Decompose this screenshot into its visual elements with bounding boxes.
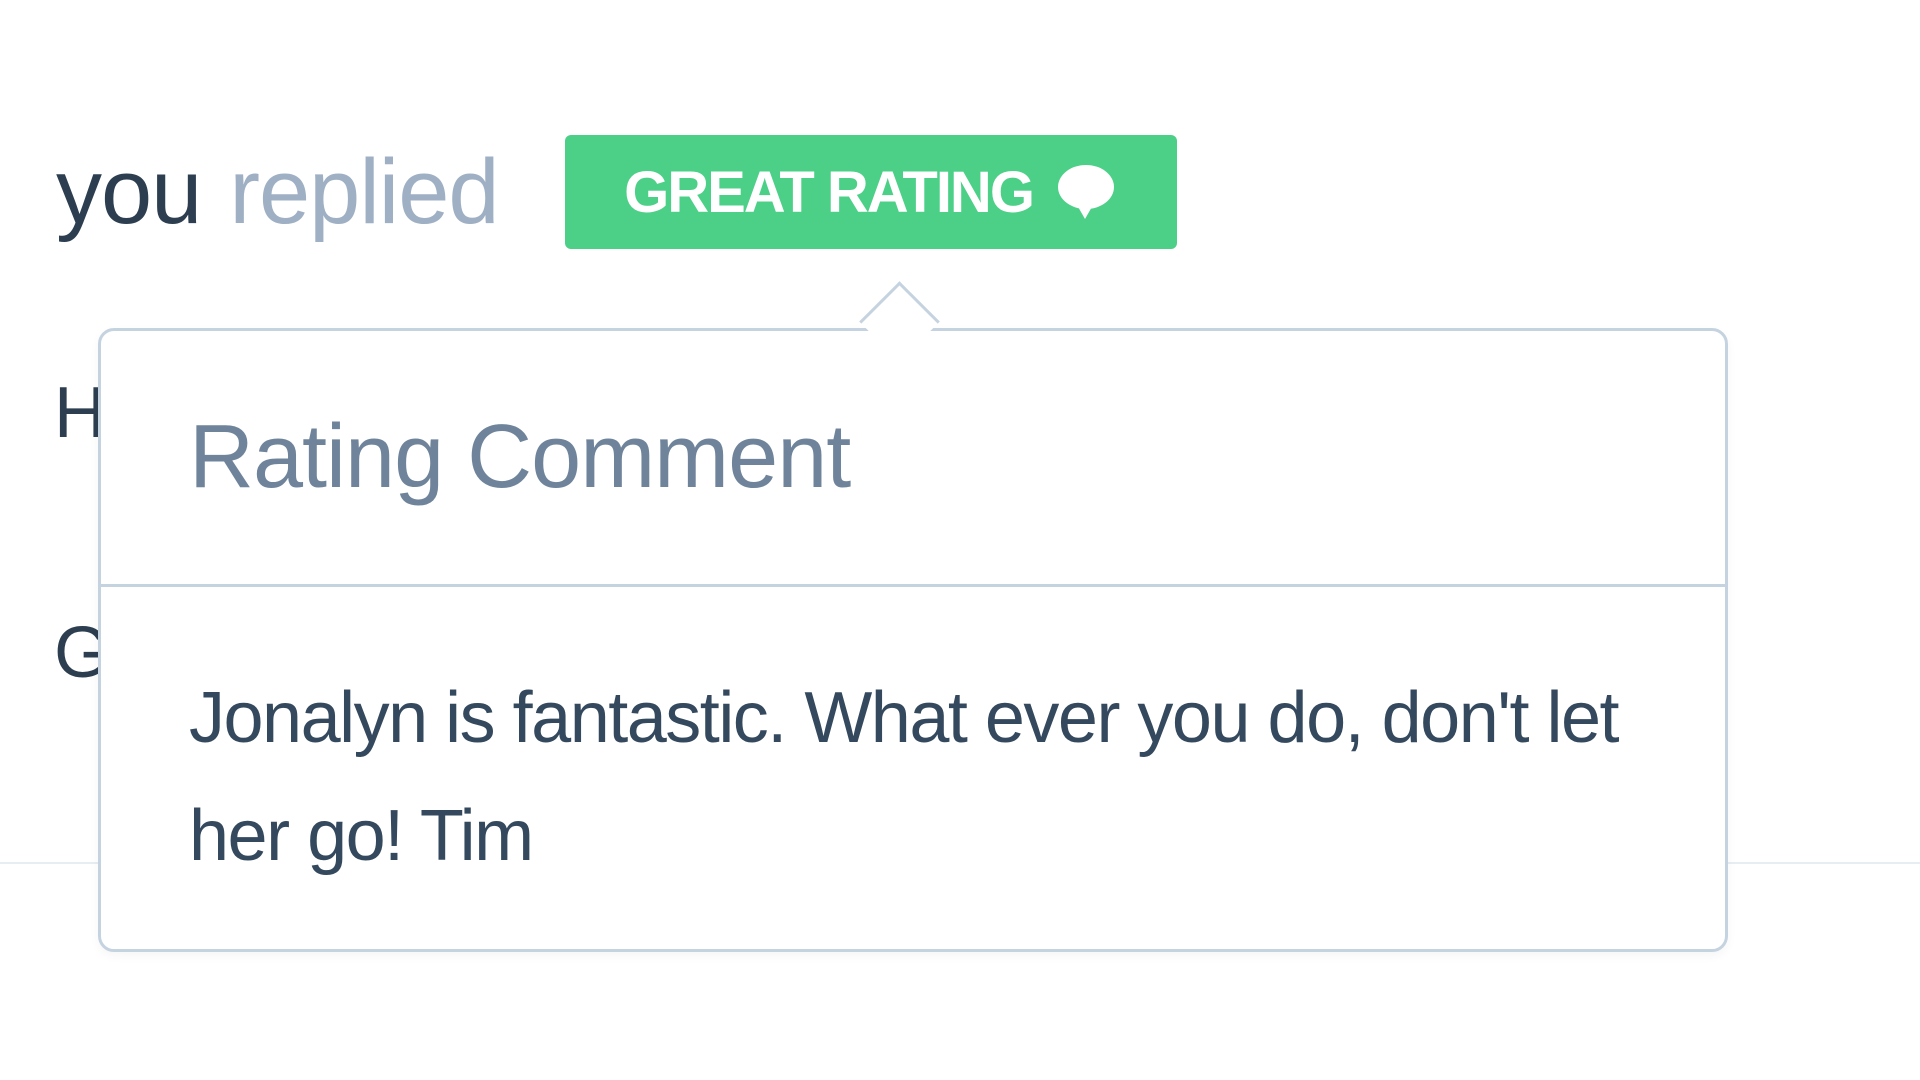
popover-header: Rating Comment (101, 331, 1725, 587)
rating-comment-text: Jonalyn is fantastic. What ever you do, … (189, 678, 1620, 876)
great-rating-badge[interactable]: GREAT RATING (564, 135, 1177, 249)
thread-header: you replied GREAT RATING (56, 132, 1177, 252)
reply-action: replied (229, 140, 499, 243)
rating-badge-label: GREAT RATING (624, 159, 1035, 225)
reply-author[interactable]: you (56, 140, 202, 245)
popover-title: Rating Comment (189, 407, 851, 507)
popover-body: Jonalyn is fantastic. What ever you do, … (101, 587, 1725, 895)
conversation-view: you replied GREAT RATING H G Rating Comm… (0, 0, 1920, 1080)
speech-bubble-icon (1055, 161, 1117, 223)
rating-comment-popover: Rating Comment Jonalyn is fantastic. Wha… (98, 281, 1728, 952)
